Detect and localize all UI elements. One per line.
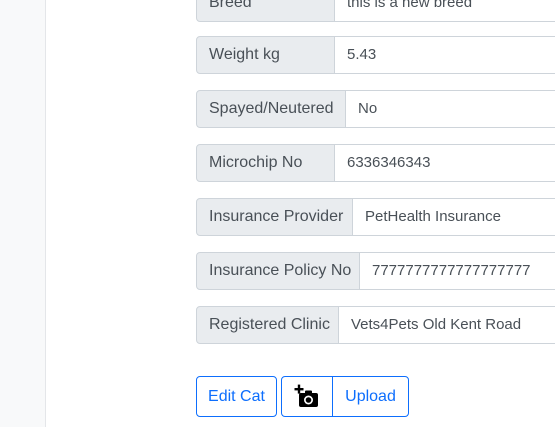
spayed-label: Spayed/Neutered (196, 90, 346, 128)
spayed-value: No (346, 90, 555, 128)
clinic-label: Registered Clinic (196, 306, 339, 344)
weight-label: Weight kg (196, 36, 335, 74)
upload-button[interactable]: Upload (333, 377, 408, 416)
policy-no-label: Insurance Policy No (196, 252, 360, 290)
microchip-label: Microchip No (196, 144, 335, 182)
upload-photo-group: Upload (281, 376, 409, 417)
edit-cat-button[interactable]: Edit Cat (196, 376, 277, 417)
field-row-microchip: Microchip No 6336346343 (196, 144, 555, 182)
add-photo-button[interactable] (282, 377, 333, 416)
sidebar-edge (0, 0, 46, 427)
field-row-clinic: Registered Clinic Vets4Pets Old Kent Roa… (196, 306, 555, 344)
breed-value: this is a new breed (335, 0, 555, 22)
field-row-weight: Weight kg 5.43 (196, 36, 555, 74)
field-row-breed: Breed this is a new breed (196, 0, 555, 22)
add-photo-icon (294, 384, 318, 407)
pet-detail-page: Breed this is a new breed Weight kg 5.43… (0, 0, 555, 427)
microchip-value: 6336346343 (335, 144, 555, 182)
clinic-value: Vets4Pets Old Kent Road (339, 306, 555, 344)
breed-label: Breed (196, 0, 335, 22)
insurance-provider-label: Insurance Provider (196, 198, 353, 236)
field-row-spayed: Spayed/Neutered No (196, 90, 555, 128)
field-row-policy-no: Insurance Policy No 7777777777777777777 (196, 252, 555, 290)
weight-value: 5.43 (335, 36, 555, 74)
policy-no-value: 7777777777777777777 (360, 252, 555, 290)
field-row-insurance-provider: Insurance Provider PetHealth Insurance (196, 198, 555, 236)
insurance-provider-value: PetHealth Insurance (353, 198, 555, 236)
